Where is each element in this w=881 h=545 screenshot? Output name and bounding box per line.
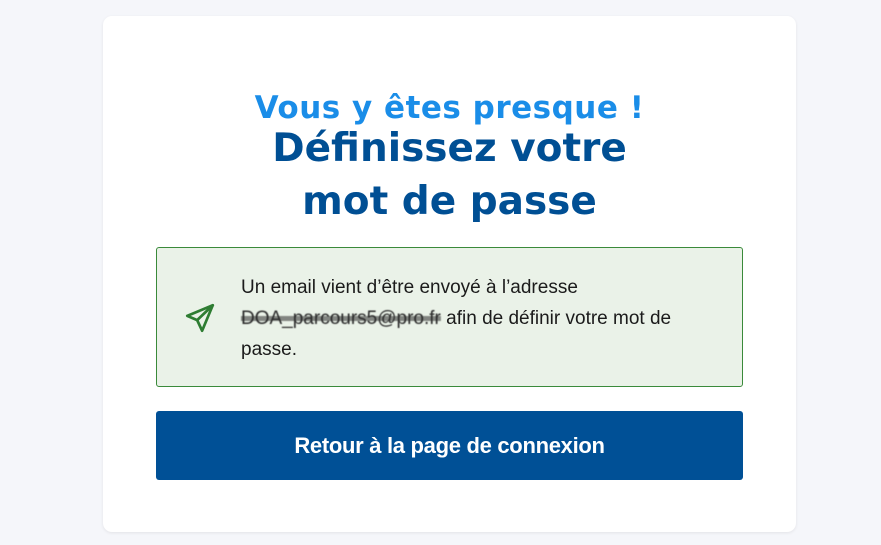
notice-message: Un email vient d’être envoyé à l’adresse… xyxy=(241,272,721,365)
back-to-login-button[interactable]: Retour à la page de connexion xyxy=(156,411,743,480)
set-password-card: Vous y êtes presque ! Définissez votre m… xyxy=(103,16,796,532)
page-title-line-1: Définissez votre xyxy=(272,126,627,171)
paper-plane-icon xyxy=(185,303,215,333)
page-title: Définissez votre mot de passe xyxy=(103,122,796,228)
email-sent-notice: Un email vient d’être envoyé à l’adresse… xyxy=(156,247,743,387)
notice-text-before: Un email vient d’être envoyé à l’adresse xyxy=(241,277,578,298)
notice-email: DOA_parcours5@pro.fr xyxy=(241,308,441,329)
page-title-line-2: mot de passe xyxy=(302,179,597,224)
